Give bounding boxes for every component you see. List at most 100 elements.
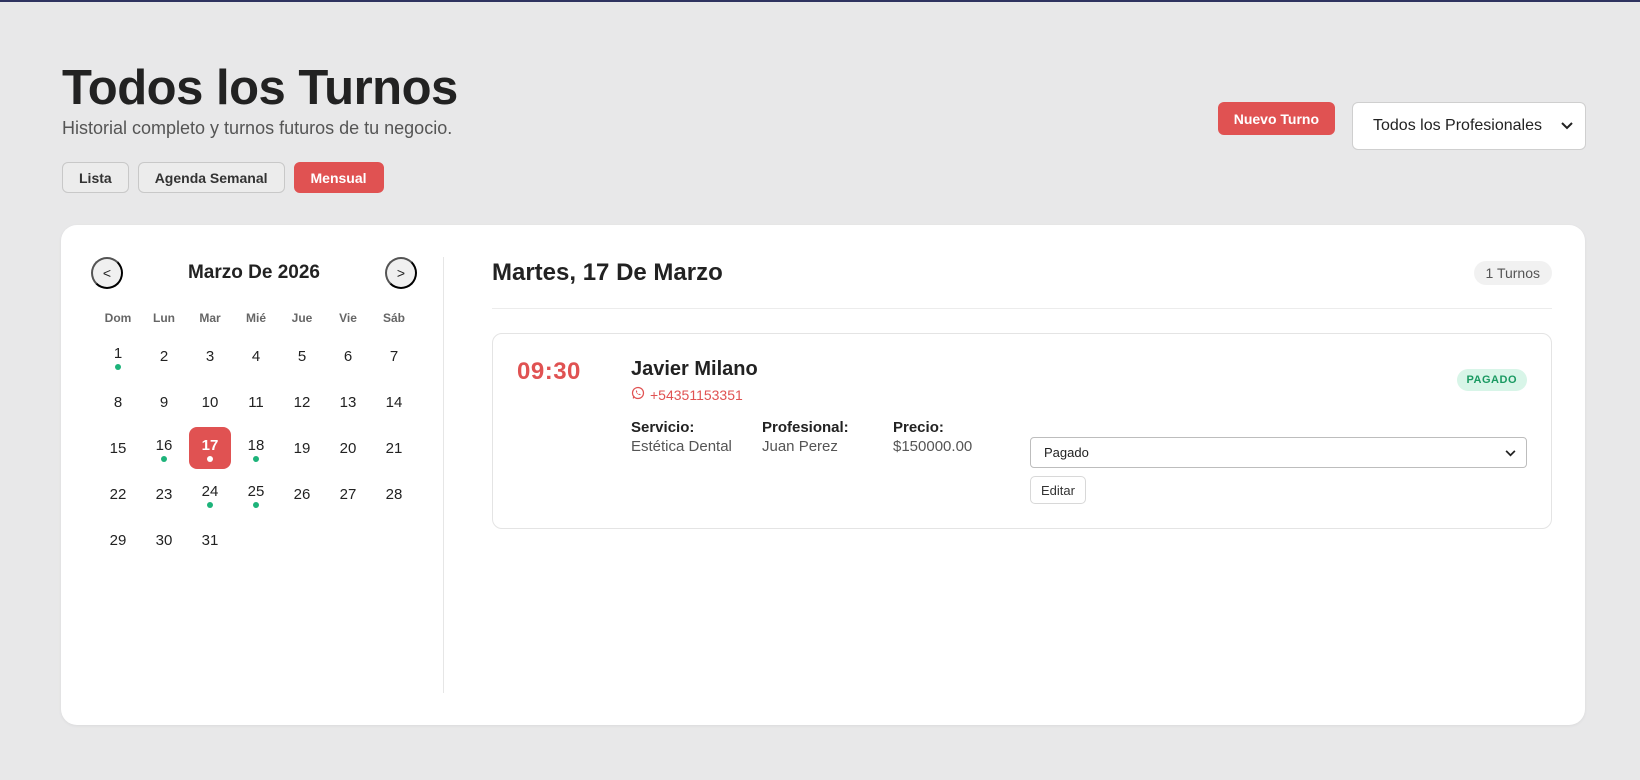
calendar-day[interactable]: 30 bbox=[141, 517, 187, 563]
calendar-day-number: 8 bbox=[113, 393, 123, 411]
status-select[interactable]: Pagado bbox=[1030, 437, 1527, 468]
selected-day-title: Martes, 17 De Marzo bbox=[492, 259, 723, 286]
calendar-day[interactable]: 14 bbox=[371, 379, 417, 425]
weekday-label: Mar bbox=[199, 311, 221, 325]
calendar-day[interactable]: 24 bbox=[187, 471, 233, 517]
calendar-day[interactable]: 29 bbox=[95, 517, 141, 563]
calendar-day[interactable]: 6 bbox=[325, 333, 371, 379]
calendar-day[interactable]: 12 bbox=[279, 379, 325, 425]
calendar-day-number: 4 bbox=[251, 347, 261, 365]
service-field: Servicio: Estética Dental bbox=[631, 419, 741, 456]
detail-separator bbox=[492, 308, 1552, 309]
page-header: Todos los Turnos Historial completo y tu… bbox=[62, 60, 458, 139]
calendar-day[interactable]: 5 bbox=[279, 333, 325, 379]
whatsapp-icon bbox=[631, 386, 645, 403]
price-value: $150000.00 bbox=[893, 438, 973, 455]
calendar-day-number: 28 bbox=[385, 485, 403, 503]
weekday-label: Vie bbox=[339, 311, 357, 325]
calendar-day[interactable]: 9 bbox=[141, 379, 187, 425]
calendar-day[interactable]: 25 bbox=[233, 471, 279, 517]
calendar-day[interactable]: 2 bbox=[141, 333, 187, 379]
service-value: Estética Dental bbox=[631, 438, 732, 455]
calendar-day-number: 19 bbox=[293, 439, 311, 457]
calendar-day[interactable]: 15 bbox=[95, 425, 141, 471]
calendar-day-number: 16 bbox=[155, 436, 173, 454]
appointment-dot bbox=[161, 456, 167, 462]
calendar-day[interactable]: 11 bbox=[233, 379, 279, 425]
calendar-day[interactable]: 3 bbox=[187, 333, 233, 379]
calendar-day[interactable]: 22 bbox=[95, 471, 141, 517]
view-tabs: Lista Agenda Semanal Mensual bbox=[62, 162, 384, 193]
calendar-day-number: 12 bbox=[293, 393, 311, 411]
page-subtitle: Historial completo y turnos futuros de t… bbox=[62, 118, 453, 138]
calendar-day-number: 13 bbox=[339, 393, 357, 411]
appointment-dot bbox=[115, 364, 121, 370]
appointment-count-badge: 1 Turnos bbox=[1473, 261, 1552, 285]
calendar-day-number: 29 bbox=[109, 531, 127, 549]
calendar-day-number: 15 bbox=[109, 439, 127, 457]
price-field: Precio: $150000.00 bbox=[893, 419, 972, 456]
weekday-header: Dom Lun Mar Mié Jue Vie Sáb bbox=[95, 311, 417, 325]
main-card: < Marzo De 2026 > Dom Lun Mar Mié Jue Vi… bbox=[61, 225, 1585, 725]
client-phone-link[interactable]: +54351153351 bbox=[631, 386, 743, 403]
next-month-button[interactable]: > bbox=[384, 257, 417, 289]
calendar-day[interactable]: 1 bbox=[95, 333, 141, 379]
day-detail-panel: Martes, 17 De Marzo 1 Turnos 09:30 Javie… bbox=[492, 257, 1552, 529]
calendar-day[interactable]: 18 bbox=[233, 425, 279, 471]
weekday-label: Jue bbox=[291, 311, 313, 325]
calendar-day-number: 30 bbox=[155, 531, 173, 549]
professional-value: Juan Perez bbox=[762, 438, 838, 455]
tab-lista[interactable]: Lista bbox=[62, 162, 129, 193]
chevron-down-icon bbox=[1561, 119, 1573, 133]
calendar-day[interactable]: 8 bbox=[95, 379, 141, 425]
prev-month-button[interactable]: < bbox=[91, 257, 123, 289]
tab-mensual[interactable]: Mensual bbox=[293, 162, 384, 193]
calendar-day[interactable]: 27 bbox=[325, 471, 371, 517]
calendar-day-number: 17 bbox=[201, 436, 219, 454]
calendar-day-number: 10 bbox=[201, 393, 219, 411]
appointment-card: 09:30 Javier Milano +54351153351 PAGADO … bbox=[492, 333, 1552, 529]
calendar-day[interactable]: 26 bbox=[279, 471, 325, 517]
calendar-day-number: 25 bbox=[247, 482, 265, 500]
calendar-day-number: 14 bbox=[385, 393, 403, 411]
calendar-day[interactable]: 21 bbox=[371, 425, 417, 471]
appointment-dot bbox=[253, 502, 259, 508]
new-appointment-button[interactable]: Nuevo Turno bbox=[1217, 102, 1335, 135]
client-phone: +54351153351 bbox=[650, 386, 743, 403]
calendar-day-number: 24 bbox=[201, 482, 219, 500]
calendar-day[interactable]: 13 bbox=[325, 379, 371, 425]
calendar-day-number: 31 bbox=[201, 531, 219, 549]
calendar-day[interactable]: 31 bbox=[187, 517, 233, 563]
edit-button[interactable]: Editar bbox=[1030, 476, 1086, 504]
calendar-day[interactable]: 17 bbox=[187, 425, 233, 471]
calendar-day-number: 6 bbox=[343, 347, 353, 365]
calendar-day-number: 27 bbox=[339, 485, 357, 503]
appointment-dot bbox=[207, 502, 213, 508]
professional-field: Profesional: Juan Perez bbox=[762, 419, 849, 456]
calendar-day[interactable]: 4 bbox=[233, 333, 279, 379]
calendar-day-number: 21 bbox=[385, 439, 403, 457]
page-title: Todos los Turnos bbox=[62, 61, 458, 115]
weekday-label: Sáb bbox=[382, 311, 405, 325]
tab-agenda-semanal[interactable]: Agenda Semanal bbox=[137, 162, 285, 193]
calendar-day-number: 9 bbox=[159, 393, 169, 411]
calendar-day-number: 22 bbox=[109, 485, 127, 503]
calendar-day[interactable]: 10 bbox=[187, 379, 233, 425]
calendar-day[interactable]: 20 bbox=[325, 425, 371, 471]
appointment-dot bbox=[253, 456, 259, 462]
appointment-dot bbox=[207, 456, 213, 462]
top-actions: Nuevo Turno Todos los Profesionales bbox=[1217, 102, 1586, 150]
calendar-day-number: 26 bbox=[293, 485, 311, 503]
calendar-header: < Marzo De 2026 > bbox=[91, 257, 417, 289]
calendar-day[interactable]: 28 bbox=[371, 471, 417, 517]
calendar-days-grid: 1 2 3 4 5 6 7 8 9 10 11 12 13 14 15 16 17 18 19 20 21 22 23 24 2… bbox=[95, 333, 417, 563]
calendar-day[interactable]: 23 bbox=[141, 471, 187, 517]
calendar-day[interactable]: 16 bbox=[141, 425, 187, 471]
weekday-label: Mié bbox=[245, 311, 266, 325]
calendar-day-number: 1 bbox=[113, 344, 123, 362]
calendar-day[interactable]: 7 bbox=[371, 333, 417, 379]
professional-filter-select[interactable]: Todos los Profesionales bbox=[1352, 102, 1586, 150]
calendar-day[interactable]: 19 bbox=[279, 425, 325, 471]
panel-divider bbox=[443, 257, 444, 693]
service-label: Servicio: bbox=[631, 419, 695, 436]
